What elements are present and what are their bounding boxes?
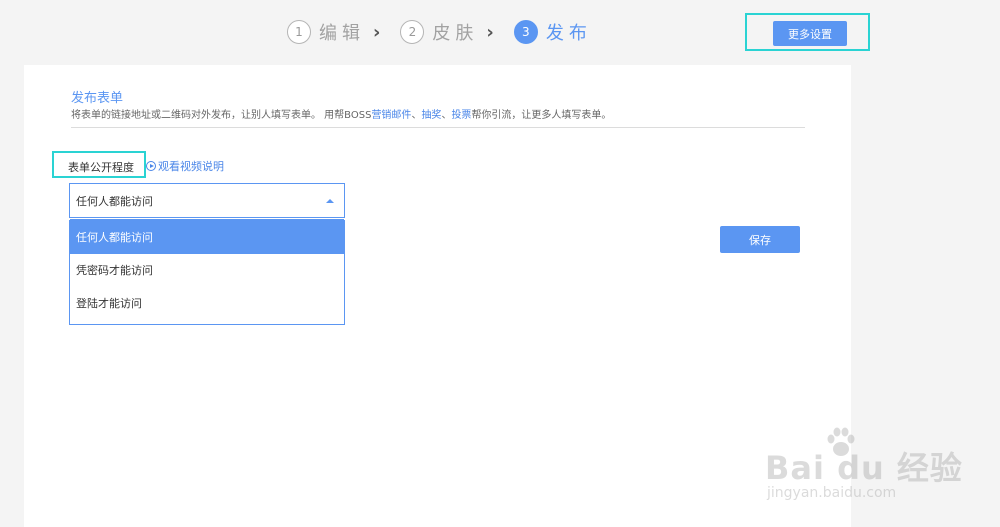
desc-separator: 、 bbox=[411, 110, 422, 121]
lottery-link[interactable]: 抽奖 bbox=[421, 110, 441, 121]
email-marketing-link[interactable]: 营销邮件 bbox=[371, 110, 411, 121]
visibility-dropdown: 任何人都能访问 凭密码才能访问 登陆才能访问 bbox=[69, 219, 345, 325]
option-anyone[interactable]: 任何人都能访问 bbox=[70, 221, 344, 254]
play-circle-icon bbox=[146, 161, 156, 171]
visibility-select[interactable]: 任何人都能访问 bbox=[69, 183, 345, 218]
step-label-publish: 发布 bbox=[545, 23, 592, 44]
option-login[interactable]: 登陆才能访问 bbox=[70, 287, 344, 320]
watermark-url: jingyan.baidu.com bbox=[767, 485, 897, 501]
watermark-brand: Bai du 经验 bbox=[765, 449, 963, 487]
video-guide-label: 观看视频说明 bbox=[158, 160, 224, 173]
baidu-jingyan-watermark: Bai du 经验 jingyan.baidu.com bbox=[765, 425, 962, 505]
select-value: 任何人都能访问 bbox=[76, 194, 153, 208]
desc-separator: 、 bbox=[441, 110, 452, 121]
step-publish[interactable]: 3 发布 bbox=[513, 19, 592, 45]
publish-card: 发布表单 将表单的链接地址或二维码对外发布，让别人填写表单。 用帮BOSS营销邮… bbox=[24, 65, 851, 527]
step-number-2: 2 bbox=[400, 20, 425, 44]
step-label-edit: 编辑 bbox=[319, 23, 365, 44]
save-button[interactable]: 保存 bbox=[720, 226, 800, 253]
divider bbox=[71, 127, 805, 128]
chevron-right-icon: › bbox=[486, 21, 494, 43]
section-description: 将表单的链接地址或二维码对外发布，让别人填写表单。 用帮BOSS营销邮件、抽奖、… bbox=[71, 106, 611, 121]
step-number-1: 1 bbox=[287, 20, 311, 44]
more-settings-button[interactable]: 更多设置 bbox=[773, 21, 847, 46]
section-title: 发布表单 bbox=[71, 91, 124, 106]
option-password[interactable]: 凭密码才能访问 bbox=[70, 254, 344, 287]
desc-prefix: 将表单的链接地址或二维码对外发布，让别人填写表单。 用帮BOSS bbox=[71, 110, 372, 121]
visibility-label: 表单公开程度 bbox=[68, 161, 134, 174]
steps-bar: 1 编辑 › 2 皮肤 › 3 发布 bbox=[287, 17, 592, 47]
step-skin[interactable]: 2 皮肤 bbox=[400, 19, 478, 45]
step-edit[interactable]: 1 编辑 bbox=[287, 19, 365, 45]
video-guide-link[interactable]: 观看视频说明 bbox=[146, 158, 224, 174]
chevron-right-icon: › bbox=[373, 21, 381, 43]
step-number-3: 3 bbox=[513, 20, 538, 44]
caret-up-icon bbox=[326, 199, 334, 203]
step-label-skin: 皮肤 bbox=[432, 23, 479, 44]
desc-suffix: 帮你引流，让更多人填写表单。 bbox=[471, 110, 612, 121]
vote-link[interactable]: 投票 bbox=[451, 110, 471, 121]
